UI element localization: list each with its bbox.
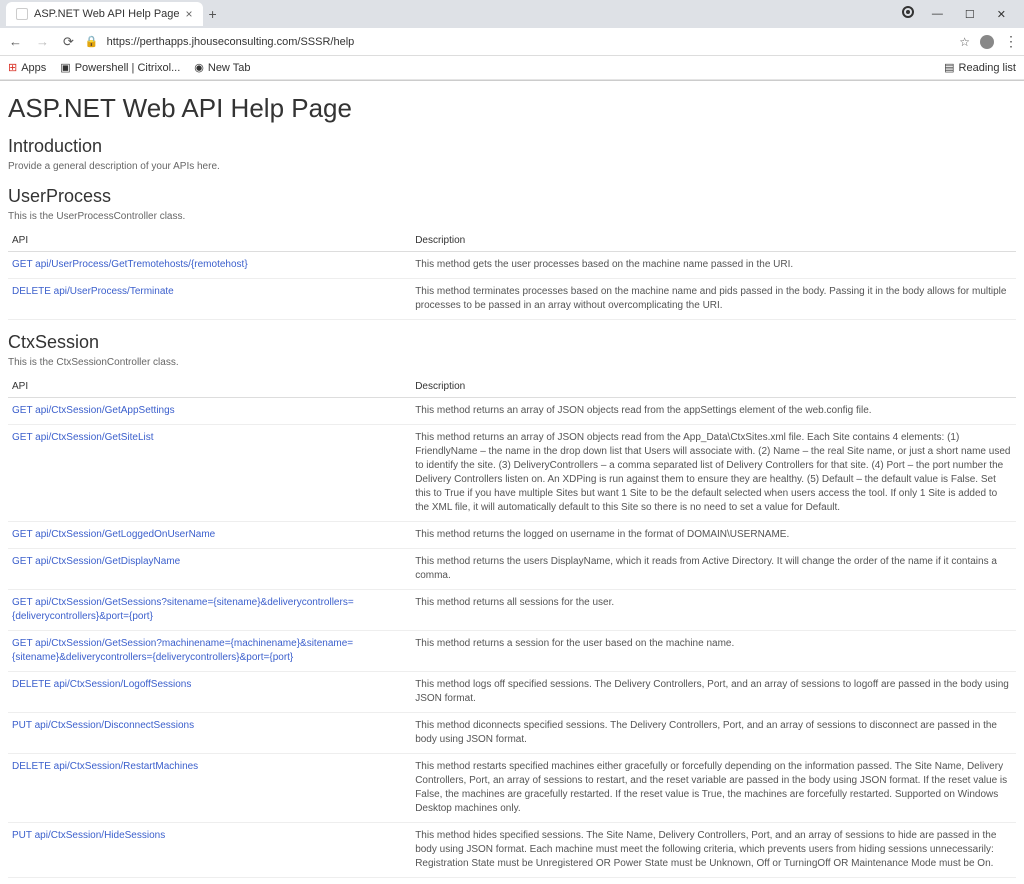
api-link[interactable]: DELETE api/CtxSession/RestartMachines (12, 761, 198, 772)
table-row: DELETE api/CtxSession/LogoffSessions This… (8, 672, 1016, 713)
api-desc: This method gets the user processes base… (411, 252, 1016, 279)
api-link[interactable]: GET api/CtxSession/GetDisplayName (12, 556, 180, 567)
account-status-icon[interactable] (902, 6, 914, 18)
col-desc-header: Description (411, 230, 1016, 252)
api-desc: This method terminates processes based o… (411, 279, 1016, 320)
url-input[interactable] (107, 36, 952, 48)
browser-tab[interactable]: ASP.NET Web API Help Page × (6, 2, 203, 26)
api-desc: This method diconnects specified session… (411, 713, 1016, 754)
api-desc: This method returns an array of JSON obj… (411, 398, 1016, 425)
table-row: GET api/UserProcess/GetTremotehosts/{rem… (8, 252, 1016, 279)
reading-list[interactable]: ▤ Reading list (944, 61, 1016, 74)
table-row: GET api/CtxSession/GetLoggedOnUserName Th… (8, 522, 1016, 549)
reading-list-icon: ▤ (944, 61, 954, 74)
bookmark-apps[interactable]: ⊞ Apps (8, 61, 46, 74)
col-api-header: API (8, 230, 411, 252)
bookmark-apps-label: Apps (21, 62, 46, 74)
section-heading: UserProcess (8, 186, 1016, 207)
col-api-header: API (8, 376, 411, 398)
section-desc: This is the UserProcessController class. (8, 211, 1016, 222)
bookmark-newtab-label: New Tab (208, 62, 251, 74)
table-row: GET api/CtxSession/GetSessions?sitename=… (8, 590, 1016, 631)
globe-icon: ◉ (194, 61, 204, 74)
tab-bar: ASP.NET Web API Help Page × + — ☐ ✕ (0, 0, 1024, 28)
api-desc: This method restarts specified machines … (411, 754, 1016, 823)
table-row: GET api/CtxSession/GetSession?machinenam… (8, 631, 1016, 672)
api-desc: This method logs off specified sessions.… (411, 672, 1016, 713)
api-desc: This method returns the logged on userna… (411, 522, 1016, 549)
api-desc: This method returns all sessions for the… (411, 590, 1016, 631)
lock-icon[interactable]: 🔒 (85, 35, 99, 48)
minimize-button[interactable]: — (928, 6, 947, 23)
api-table: APIDescription GET api/UserProcess/GetTre… (8, 230, 1016, 320)
api-desc: This method returns a session for the us… (411, 631, 1016, 672)
favicon-icon (16, 8, 28, 20)
bookmark-powershell-label: Powershell | Citrixol... (75, 62, 181, 74)
toolbar-right: ☆ ⋮ (959, 33, 1018, 50)
table-row: PUT api/CtxSession/HideSessions This meth… (8, 823, 1016, 878)
reload-button[interactable]: ⟳ (60, 31, 77, 53)
close-window-button[interactable]: ✕ (993, 6, 1010, 23)
api-link[interactable]: GET api/CtxSession/GetSession?machinenam… (12, 638, 353, 663)
api-link[interactable]: PUT api/CtxSession/DisconnectSessions (12, 720, 194, 731)
forward-button[interactable]: → (33, 31, 52, 52)
browser-chrome: ASP.NET Web API Help Page × + — ☐ ✕ ← → … (0, 0, 1024, 81)
section-desc: This is the CtxSessionController class. (8, 357, 1016, 368)
api-link[interactable]: DELETE api/UserProcess/Terminate (12, 286, 174, 297)
bookmark-powershell[interactable]: ▣ Powershell | Citrixol... (60, 61, 180, 74)
intro-heading: Introduction (8, 136, 1016, 157)
table-row: GET api/CtxSession/GetAppSettings This me… (8, 398, 1016, 425)
window-controls: — ☐ ✕ (902, 6, 1018, 23)
api-desc: This method returns the users DisplayNam… (411, 549, 1016, 590)
api-link[interactable]: GET api/CtxSession/GetLoggedOnUserName (12, 529, 215, 540)
back-button[interactable]: ← (6, 31, 25, 52)
api-desc: This method returns an array of JSON obj… (411, 425, 1016, 522)
col-desc-header: Description (411, 376, 1016, 398)
section-heading: CtxSession (8, 332, 1016, 353)
api-table: APIDescriptionGET api/CtxSession/GetAppS… (8, 376, 1016, 878)
tab-title: ASP.NET Web API Help Page (34, 8, 180, 20)
powershell-icon: ▣ (60, 61, 70, 74)
address-bar: ← → ⟳ 🔒 ☆ ⋮ (0, 28, 1024, 56)
api-link[interactable]: GET api/CtxSession/GetAppSettings (12, 405, 175, 416)
reading-list-label: Reading list (959, 62, 1016, 74)
menu-icon[interactable]: ⋮ (1004, 33, 1018, 50)
table-row: GET api/CtxSession/GetSiteList This metho… (8, 425, 1016, 522)
page-title: ASP.NET Web API Help Page (8, 93, 1016, 124)
api-link[interactable]: PUT api/CtxSession/HideSessions (12, 830, 165, 841)
bookmark-star-icon[interactable]: ☆ (959, 35, 970, 49)
api-link[interactable]: GET api/UserProcess/GetTremotehosts/{rem… (12, 259, 248, 270)
bookmark-newtab[interactable]: ◉ New Tab (194, 61, 250, 74)
new-tab-button[interactable]: + (209, 6, 217, 22)
profile-icon[interactable] (980, 35, 994, 49)
page-content: ASP.NET Web API Help Page Introduction P… (0, 81, 1024, 884)
api-link[interactable]: GET api/CtxSession/GetSiteList (12, 432, 154, 443)
maximize-button[interactable]: ☐ (961, 6, 979, 23)
table-row: DELETE api/CtxSession/RestartMachines Thi… (8, 754, 1016, 823)
api-link[interactable]: GET api/CtxSession/GetSessions?sitename=… (12, 597, 354, 622)
intro-text: Provide a general description of your AP… (8, 161, 1016, 172)
close-tab-icon[interactable]: × (186, 7, 193, 21)
bookmark-bar: ⊞ Apps ▣ Powershell | Citrixol... ◉ New … (0, 56, 1024, 80)
apps-icon: ⊞ (8, 61, 17, 74)
table-row: DELETE api/UserProcess/Terminate This met… (8, 279, 1016, 320)
api-desc: This method hides specified sessions. Th… (411, 823, 1016, 878)
table-row: GET api/CtxSession/GetDisplayName This me… (8, 549, 1016, 590)
table-row: PUT api/CtxSession/DisconnectSessions Thi… (8, 713, 1016, 754)
api-link[interactable]: DELETE api/CtxSession/LogoffSessions (12, 679, 191, 690)
